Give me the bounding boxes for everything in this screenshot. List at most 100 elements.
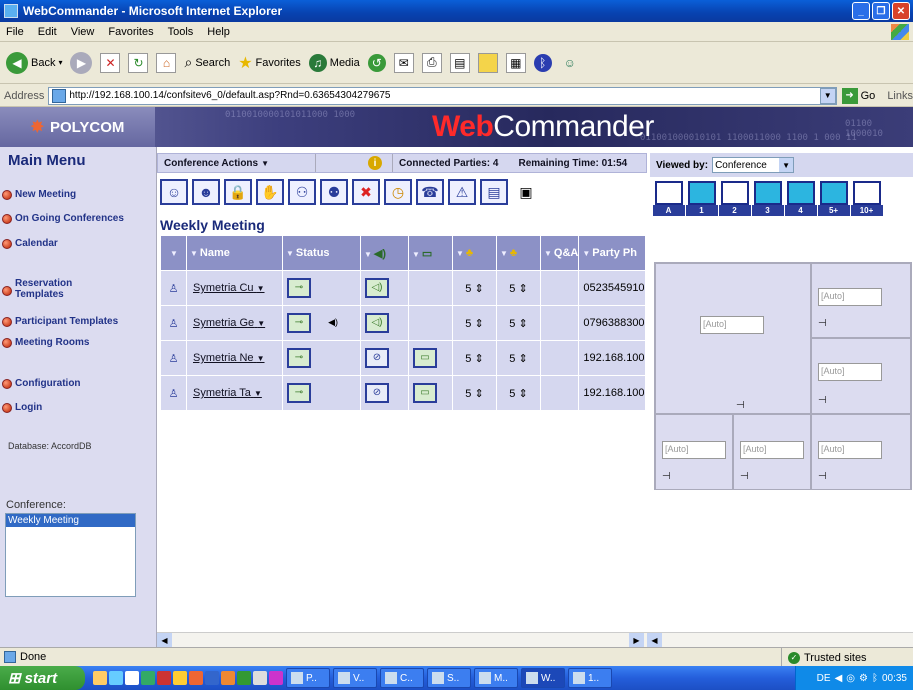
menu-configuration[interactable]: Configuration: [0, 378, 81, 389]
taskbar-item[interactable]: V..: [333, 668, 377, 688]
auto-field[interactable]: [Auto]: [818, 363, 882, 381]
folder-icon[interactable]: [477, 52, 498, 73]
media-button[interactable]: ♫ Media: [308, 53, 360, 72]
audio-muted-icon[interactable]: ⊘: [365, 383, 389, 403]
auto-field[interactable]: [Auto]: [662, 441, 726, 459]
party-name[interactable]: Symetria Ge ▼: [186, 305, 283, 341]
properties-icon[interactable]: ▤: [480, 179, 508, 205]
layout-auto[interactable]: A: [652, 181, 685, 216]
search-button[interactable]: ⌕ Search: [184, 54, 230, 71]
info-icon[interactable]: i: [368, 156, 382, 170]
bluetooth-icon[interactable]: ᛒ: [872, 673, 878, 684]
audio-on-icon[interactable]: ◁): [365, 278, 389, 298]
header-video[interactable]: ▼ ▭: [408, 235, 453, 271]
menu-file[interactable]: File: [6, 26, 24, 38]
back-button[interactable]: ◀ Back ▾: [6, 51, 62, 74]
audio-on-icon[interactable]: ◁): [365, 313, 389, 333]
record-icon[interactable]: ▣: [512, 179, 540, 205]
menu-reservation-templates[interactable]: Reservation Templates: [0, 278, 120, 300]
table-row[interactable]: ♙ Symetria Ta ▼ ⊸ ⊘ ▭ 5 ⇕ 5 ⇕ 192.168.10…: [160, 375, 646, 411]
close-button[interactable]: ✕: [892, 2, 910, 20]
menu-calendar[interactable]: Calendar: [0, 238, 58, 249]
layout-cell-bottom-2[interactable]: [Auto] ⊣: [733, 414, 811, 490]
address-dropdown-icon[interactable]: ▼: [819, 87, 836, 104]
edit-icon[interactable]: ▤: [449, 52, 470, 73]
disconnect-icon[interactable]: ✖: [352, 179, 380, 205]
links-button[interactable]: Links: [887, 90, 913, 102]
layout-5plus[interactable]: 5+: [817, 181, 850, 216]
quick-launch-icon[interactable]: [237, 671, 251, 685]
messenger-icon[interactable]: ☺: [560, 53, 580, 73]
layout-3[interactable]: 3: [751, 181, 784, 216]
home-icon[interactable]: ⌂: [156, 52, 177, 73]
connected-plug-icon[interactable]: ⊸: [287, 278, 311, 298]
scroll-left-icon[interactable]: ◀: [157, 633, 172, 648]
participant-icon[interactable]: ☺: [160, 179, 188, 205]
layout-10plus[interactable]: 10+: [850, 181, 883, 216]
stop-icon[interactable]: ✕: [100, 52, 121, 73]
menu-favorites[interactable]: Favorites: [108, 26, 153, 38]
menu-new-meeting[interactable]: New Meeting: [0, 189, 76, 200]
menu-edit[interactable]: Edit: [38, 26, 57, 38]
auto-field[interactable]: [Auto]: [818, 288, 882, 306]
minimize-button[interactable]: _: [852, 2, 870, 20]
listen-volume-stepper[interactable]: 5 ⇕: [452, 340, 497, 376]
header-audio[interactable]: ▼ ◀): [360, 235, 409, 271]
taskbar-item[interactable]: 1..: [568, 668, 612, 688]
menu-meeting-rooms[interactable]: Meeting Rooms: [0, 337, 89, 348]
layout-2[interactable]: 2: [718, 181, 751, 216]
pin-icon[interactable]: ⊣: [818, 318, 827, 329]
pin-icon[interactable]: ⊣: [818, 471, 827, 482]
tray-arrow-icon[interactable]: ◀: [835, 673, 843, 684]
auto-field[interactable]: [Auto]: [818, 441, 882, 459]
go-button[interactable]: ➜ Go: [841, 87, 875, 104]
favorites-button[interactable]: ★ Favorites: [238, 53, 301, 73]
research-icon[interactable]: ▦: [505, 52, 526, 73]
conference-list-item[interactable]: Weekly Meeting: [6, 514, 135, 527]
conference-listbox[interactable]: Weekly Meeting: [5, 513, 136, 597]
forward-arrow-icon[interactable]: ▶: [70, 51, 93, 74]
tray-app-icon[interactable]: ◎: [846, 673, 855, 684]
delete-party-icon[interactable]: ⚠: [448, 179, 476, 205]
horizontal-scrollbar[interactable]: ◀ ▶ ◀: [157, 632, 913, 648]
layout-cell-mid-right[interactable]: [Auto] ⊣: [811, 338, 911, 414]
mail-icon[interactable]: ✉: [393, 52, 414, 73]
layout-cell-bottom-3[interactable]: [Auto] ⊣: [811, 414, 911, 490]
table-row[interactable]: ♙ Symetria Ge ▼ ⊸ ◀) ◁) 5 ⇕ 5 ⇕ 07963883…: [160, 305, 646, 341]
quick-launch-icon[interactable]: [141, 671, 155, 685]
quick-launch-icon[interactable]: [125, 671, 139, 685]
pin-icon[interactable]: ⊣: [818, 395, 827, 406]
broadcast-volume-stepper[interactable]: 5 ⇕: [496, 305, 541, 341]
print-icon[interactable]: ⎙: [421, 52, 442, 73]
party-name[interactable]: Symetria Cu ▼: [186, 270, 283, 306]
connected-plug-icon[interactable]: ⊸: [287, 383, 311, 403]
header-sort-icon[interactable]: ▼: [160, 235, 187, 271]
header-listen-volume[interactable]: ▼ ♣: [452, 235, 497, 271]
menu-ongoing-conferences[interactable]: On Going Conferences: [0, 213, 124, 224]
menu-participant-templates[interactable]: Participant Templates: [0, 316, 118, 327]
scroll-right-icon[interactable]: ▶: [629, 633, 644, 648]
taskbar-item-active[interactable]: W..: [521, 668, 565, 688]
bluetooth-icon[interactable]: ᛒ: [533, 53, 552, 72]
lock-icon[interactable]: 🔒: [224, 179, 252, 205]
maximize-button[interactable]: ❐: [872, 2, 890, 20]
connected-plug-icon[interactable]: ⊸: [287, 348, 311, 368]
layout-cell-top-right[interactable]: [Auto] ⊣: [811, 263, 911, 338]
quick-launch-icon[interactable]: [173, 671, 187, 685]
viewed-by-select[interactable]: Conference ▼: [712, 157, 795, 173]
dial-out-icon[interactable]: ☎: [416, 179, 444, 205]
pin-icon[interactable]: ⊣: [736, 400, 745, 411]
broadcast-volume-stepper[interactable]: 5 ⇕: [496, 375, 541, 411]
quick-launch-icon[interactable]: [109, 671, 123, 685]
table-row[interactable]: ♙ Symetria Cu ▼ ⊸ ◁) 5 ⇕ 5 ⇕ 0523545910: [160, 270, 646, 306]
pin-icon[interactable]: ⊣: [740, 471, 749, 482]
party-name[interactable]: Symetria Ne ▼: [186, 340, 283, 376]
audio-muted-icon[interactable]: ⊘: [365, 348, 389, 368]
taskbar-item[interactable]: P..: [286, 668, 330, 688]
listen-volume-stepper[interactable]: 5 ⇕: [452, 375, 497, 411]
menu-tools[interactable]: Tools: [168, 26, 194, 38]
language-indicator[interactable]: DE: [817, 673, 831, 684]
quick-launch-icon[interactable]: [253, 671, 267, 685]
connected-plug-icon[interactable]: ⊸: [287, 313, 311, 333]
quick-launch-icon[interactable]: [157, 671, 171, 685]
